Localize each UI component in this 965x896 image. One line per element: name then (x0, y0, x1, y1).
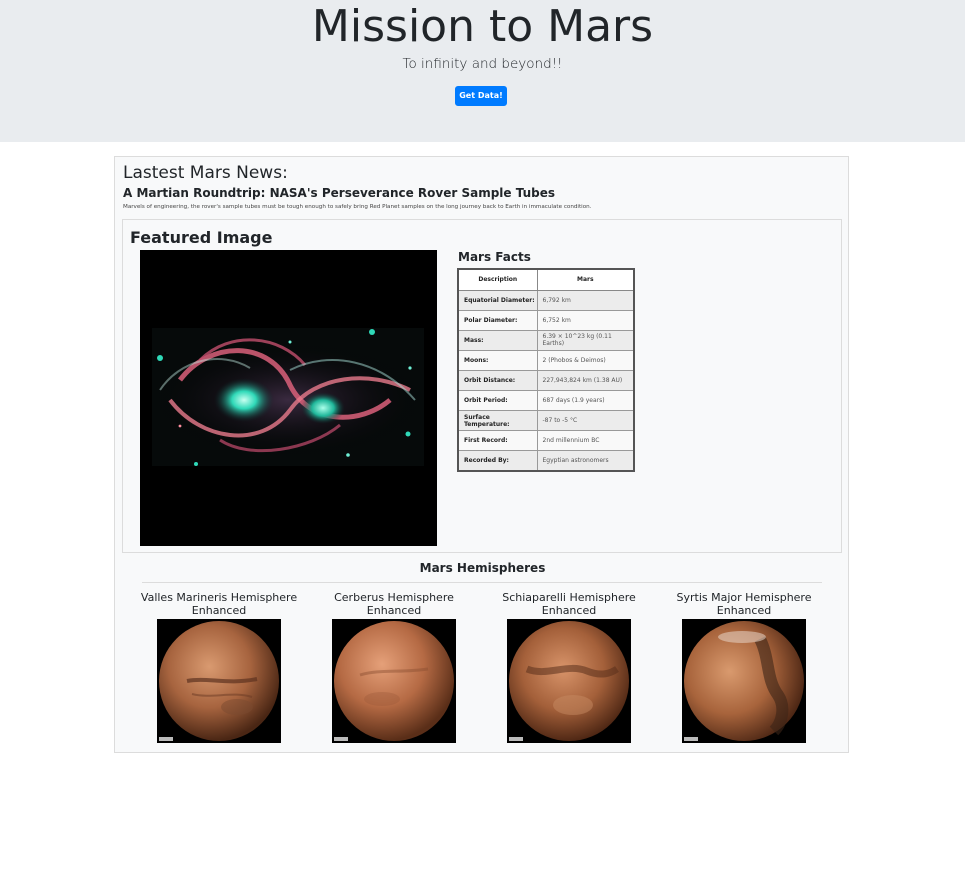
main-content: Lastest Mars News: A Martian Roundtrip: … (114, 156, 849, 753)
hemisphere-title: Schiaparelli Hemisphere Enhanced (502, 591, 636, 617)
hemisphere-image[interactable] (332, 619, 456, 743)
fact-label: Polar Diameter: (457, 309, 538, 331)
hemisphere-image[interactable] (507, 619, 631, 743)
fact-label: Orbit Period: (457, 389, 538, 412)
page-subtitle: To infinity and beyond!! (402, 56, 563, 72)
fact-value: Egyptian astronomers (536, 450, 635, 472)
news-paragraph: Marvels of engineering, the rover's samp… (123, 204, 592, 210)
facts-column-mars: Mars (536, 268, 635, 291)
news-heading: Lastest Mars News: (123, 163, 288, 183)
hemisphere-image[interactable] (682, 619, 806, 743)
fact-value: 6.39 × 10^23 kg (0.11 Earths) (536, 329, 635, 351)
table-row: Polar Diameter: 6,752 km (457, 309, 635, 331)
hemisphere-title: Cerberus Hemisphere Enhanced (334, 591, 454, 617)
facts-column-description: Description (457, 268, 538, 291)
fact-label: Recorded By: (457, 450, 538, 472)
featured-image (140, 250, 437, 546)
hemisphere-title: Syrtis Major Hemisphere Enhanced (676, 591, 812, 617)
mars-facts-table: Description Mars Equatorial Diameter: 6,… (457, 268, 635, 472)
hemisphere-image[interactable] (157, 619, 281, 743)
hemisphere-card-cerberus: Cerberus Hemisphere Enhanced (309, 591, 479, 743)
fact-label: Equatorial Diameter: (457, 289, 538, 311)
hemisphere-card-valles-marineris: Valles Marineris Hemisphere Enhanced (134, 591, 304, 743)
fact-value: 687 days (1.9 years) (536, 389, 635, 412)
get-data-button[interactable]: Get Data! (455, 86, 507, 106)
table-row: Equatorial Diameter: 6,792 km (457, 289, 635, 311)
news-title: A Martian Roundtrip: NASA's Perseverance… (123, 186, 556, 200)
fact-label: Mass: (457, 329, 538, 351)
fact-value: 227,943,824 km (1.38 AU) (536, 369, 635, 391)
table-row: Surface Temperature: -87 to -5 °C (457, 410, 635, 432)
fact-value: 2 (Phobos & Deimos) (536, 349, 635, 371)
fact-label: Surface Temperature: (457, 410, 538, 432)
fact-value: 2nd millennium BC (536, 430, 635, 452)
fact-label: Moons: (457, 349, 538, 371)
hemisphere-title: Valles Marineris Hemisphere Enhanced (140, 591, 298, 617)
fact-label: First Record: (457, 430, 538, 452)
table-row: Orbit Period: 687 days (1.9 years) (457, 389, 635, 412)
featured-section: Featured Image Mars Facts Description Ma… (122, 219, 842, 553)
hemisphere-card-syrtis-major: Syrtis Major Hemisphere Enhanced (659, 591, 829, 743)
divider (142, 582, 822, 583)
fact-value: -87 to -5 °C (536, 410, 635, 432)
fact-label: Orbit Distance: (457, 369, 538, 391)
hemisphere-card-schiaparelli: Schiaparelli Hemisphere Enhanced (484, 591, 654, 743)
table-row: First Record: 2nd millennium BC (457, 430, 635, 452)
hemispheres-heading: Mars Hemispheres (419, 561, 546, 575)
fact-value: 6,792 km (536, 289, 635, 311)
table-row: Recorded By: Egyptian astronomers (457, 450, 635, 472)
table-row: Mass: 6.39 × 10^23 kg (0.11 Earths) (457, 329, 635, 351)
fact-value: 6,752 km (536, 309, 635, 331)
featured-image-heading: Featured Image (130, 228, 273, 247)
table-row: Moons: 2 (Phobos & Deimos) (457, 349, 635, 371)
page-title: Mission to Mars (311, 1, 654, 52)
jumbotron-header: Mission to Mars To infinity and beyond!!… (0, 0, 965, 142)
table-row: Orbit Distance: 227,943,824 km (1.38 AU) (457, 369, 635, 391)
mars-facts-heading: Mars Facts (458, 250, 531, 264)
